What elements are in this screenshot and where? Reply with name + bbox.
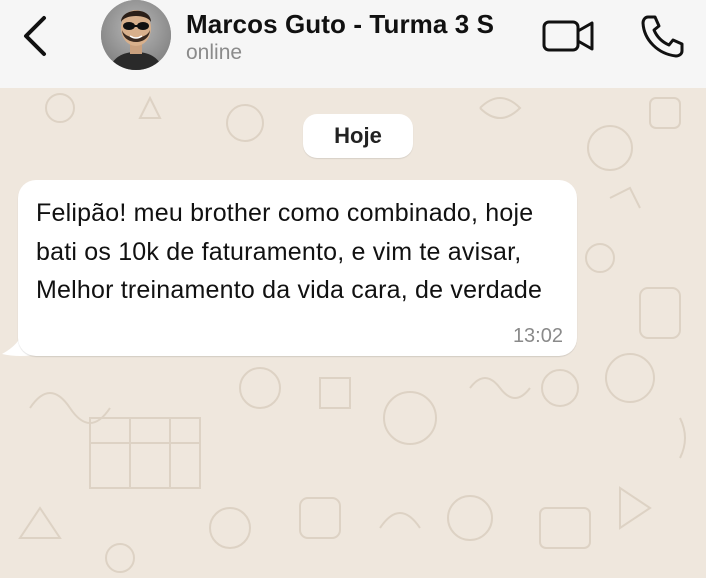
- message-bubble-incoming[interactable]: Felipão! meu brother como combinado, hoj…: [18, 180, 577, 356]
- video-call-button[interactable]: [540, 14, 598, 56]
- contact-name: Marcos Guto - Turma 3 S: [186, 9, 495, 39]
- chevron-left-icon: [24, 16, 46, 56]
- contact-status: online: [186, 41, 243, 64]
- message-timestamp: 13:02: [512, 325, 563, 347]
- back-button[interactable]: [18, 14, 54, 58]
- voice-call-button[interactable]: [638, 12, 686, 58]
- phone-icon: [641, 15, 684, 58]
- chat-title-block[interactable]: Marcos Guto - Turma 3 S online: [186, 8, 526, 66]
- chat-area[interactable]: Hoje Felipão! meu brother como combinado…: [0, 88, 706, 578]
- date-separator: Hoje: [303, 114, 413, 158]
- avatar[interactable]: [101, 0, 171, 70]
- video-camera-icon: [542, 20, 594, 52]
- chat-header: Marcos Guto - Turma 3 S online: [0, 0, 706, 88]
- avatar-photo: [101, 0, 171, 70]
- message-text: Felipão! meu brother como combinado, hoj…: [36, 199, 543, 304]
